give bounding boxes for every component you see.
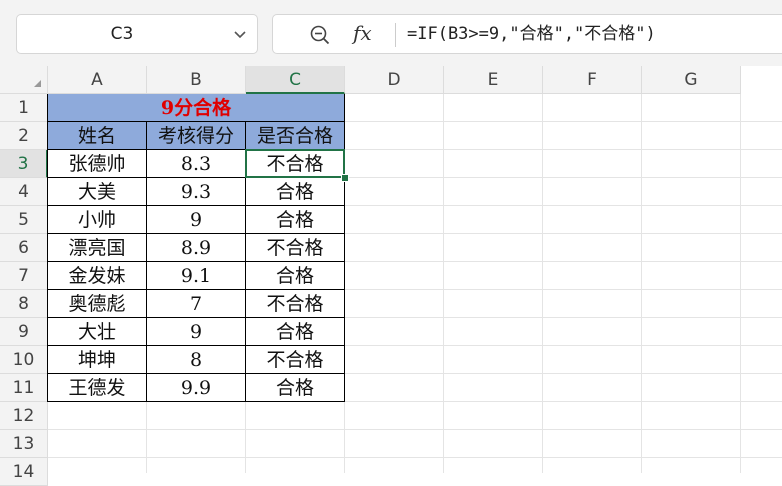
row-header-3[interactable]: 3 xyxy=(0,150,48,178)
formula-bar[interactable]: fx =IF(B3>=9,"合格","不合格") xyxy=(272,14,782,54)
column-header-e[interactable]: E xyxy=(444,66,543,94)
table-cell[interactable]: 不合格 xyxy=(246,290,345,318)
row-header-5[interactable]: 5 xyxy=(0,206,48,234)
table-cell[interactable]: 9 xyxy=(147,318,246,346)
table-cell[interactable]: 9.9 xyxy=(147,374,246,402)
table-cell[interactable]: 不合格 xyxy=(246,346,345,374)
select-all-icon xyxy=(34,80,41,87)
row-header-1[interactable]: 1 xyxy=(0,94,48,122)
table-cell[interactable]: 王德发 xyxy=(48,374,147,402)
table-cell[interactable]: 奥德彪 xyxy=(48,290,147,318)
formula-toolbar: C3 fx =IF(B3>=9,"合格","不合格") xyxy=(0,0,782,66)
table-cell[interactable]: 8 xyxy=(147,346,246,374)
column-title[interactable]: 姓名 xyxy=(48,122,147,150)
column-header-b[interactable]: B xyxy=(147,66,246,94)
table-cell[interactable]: 合格 xyxy=(246,262,345,290)
table-cell[interactable]: 坤坤 xyxy=(48,346,147,374)
column-title[interactable]: 考核得分 xyxy=(147,122,246,150)
row-header-13[interactable]: 13 xyxy=(0,430,48,458)
active-cell-outline xyxy=(245,149,345,178)
name-box[interactable]: C3 xyxy=(16,14,258,54)
column-header-c[interactable]: C xyxy=(246,66,345,94)
spreadsheet-grid: ABCDEFG 1 2 3 4 5 6 7 8 9 10 11 12 13 14 9分合格 姓名 考核得分 是否… xyxy=(0,66,782,486)
row-header-12[interactable]: 12 xyxy=(0,402,48,430)
row-header-8[interactable]: 8 xyxy=(0,290,48,318)
table-cell[interactable]: 9.1 xyxy=(147,262,246,290)
table-cell[interactable]: 张德帅 xyxy=(48,150,147,178)
table-cell[interactable]: 不合格 xyxy=(246,234,345,262)
table-cell[interactable]: 金发妹 xyxy=(48,262,147,290)
table-cell[interactable]: 合格 xyxy=(246,374,345,402)
column-header-d[interactable]: D xyxy=(345,66,444,94)
chevron-down-icon[interactable] xyxy=(233,27,247,41)
row-header-7[interactable]: 7 xyxy=(0,262,48,290)
column-title[interactable]: 是否合格 xyxy=(246,122,345,150)
divider xyxy=(395,23,396,47)
row-header-2[interactable]: 2 xyxy=(0,122,48,150)
table-cell[interactable]: 漂亮国 xyxy=(48,234,147,262)
column-header-f[interactable]: F xyxy=(543,66,642,94)
table-cell[interactable]: 小帅 xyxy=(48,206,147,234)
table-cell[interactable]: 8.9 xyxy=(147,234,246,262)
table-cell[interactable]: 8.3 xyxy=(147,150,246,178)
fill-handle[interactable] xyxy=(341,174,349,182)
row-header-14[interactable]: 14 xyxy=(0,458,48,486)
table-cell[interactable]: 合格 xyxy=(246,318,345,346)
zoom-out-icon[interactable] xyxy=(309,24,331,46)
name-box-value: C3 xyxy=(110,24,134,44)
row-header-10[interactable]: 10 xyxy=(0,346,48,374)
table-cell[interactable]: 合格 xyxy=(246,178,345,206)
formula-input[interactable]: =IF(B3>=9,"合格","不合格") xyxy=(407,15,656,53)
row-header-11[interactable]: 11 xyxy=(0,374,48,402)
column-header-a[interactable]: A xyxy=(48,66,147,94)
table-cell[interactable]: 9.3 xyxy=(147,178,246,206)
table-cell[interactable]: 大美 xyxy=(48,178,147,206)
select-all-corner[interactable] xyxy=(0,66,48,94)
fx-icon[interactable]: fx xyxy=(353,21,372,45)
row-header-4[interactable]: 4 xyxy=(0,178,48,206)
column-header-g[interactable]: G xyxy=(642,66,741,94)
table-cell[interactable]: 9 xyxy=(147,206,246,234)
row-header-9[interactable]: 9 xyxy=(0,318,48,346)
table-cell[interactable]: 大壮 xyxy=(48,318,147,346)
table-cell[interactable]: 合格 xyxy=(246,206,345,234)
table-cell[interactable]: 7 xyxy=(147,290,246,318)
row-header-6[interactable]: 6 xyxy=(0,234,48,262)
table-title[interactable]: 9分合格 xyxy=(48,94,345,122)
